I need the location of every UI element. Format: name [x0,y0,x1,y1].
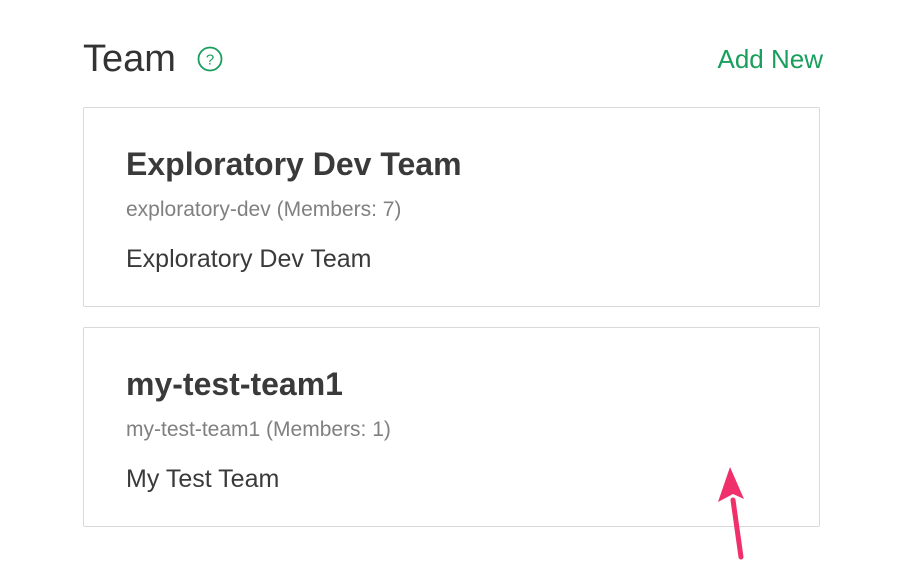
team-card[interactable]: Exploratory Dev Team exploratory-dev (Me… [83,107,820,307]
team-meta: my-test-team1 (Members: 1) [126,417,391,443]
team-name: Exploratory Dev Team [126,146,462,182]
question-circle-icon[interactable]: ? [197,46,223,72]
team-meta: exploratory-dev (Members: 7) [126,197,401,223]
team-name: my-test-team1 [126,366,343,402]
page-title: Team [83,38,176,80]
team-description: Exploratory Dev Team [126,245,372,273]
team-member-count: (Members: 7) [276,198,402,221]
arrow-annotation-icon [700,462,760,562]
add-new-link[interactable]: Add New [718,42,824,76]
team-slug: my-test-team1 [126,418,261,441]
svg-text:?: ? [206,52,214,69]
team-header: Team ? Add New [83,36,823,82]
team-slug: exploratory-dev [126,198,271,221]
team-member-count: (Members: 1) [266,418,391,441]
team-description: My Test Team [126,465,280,493]
